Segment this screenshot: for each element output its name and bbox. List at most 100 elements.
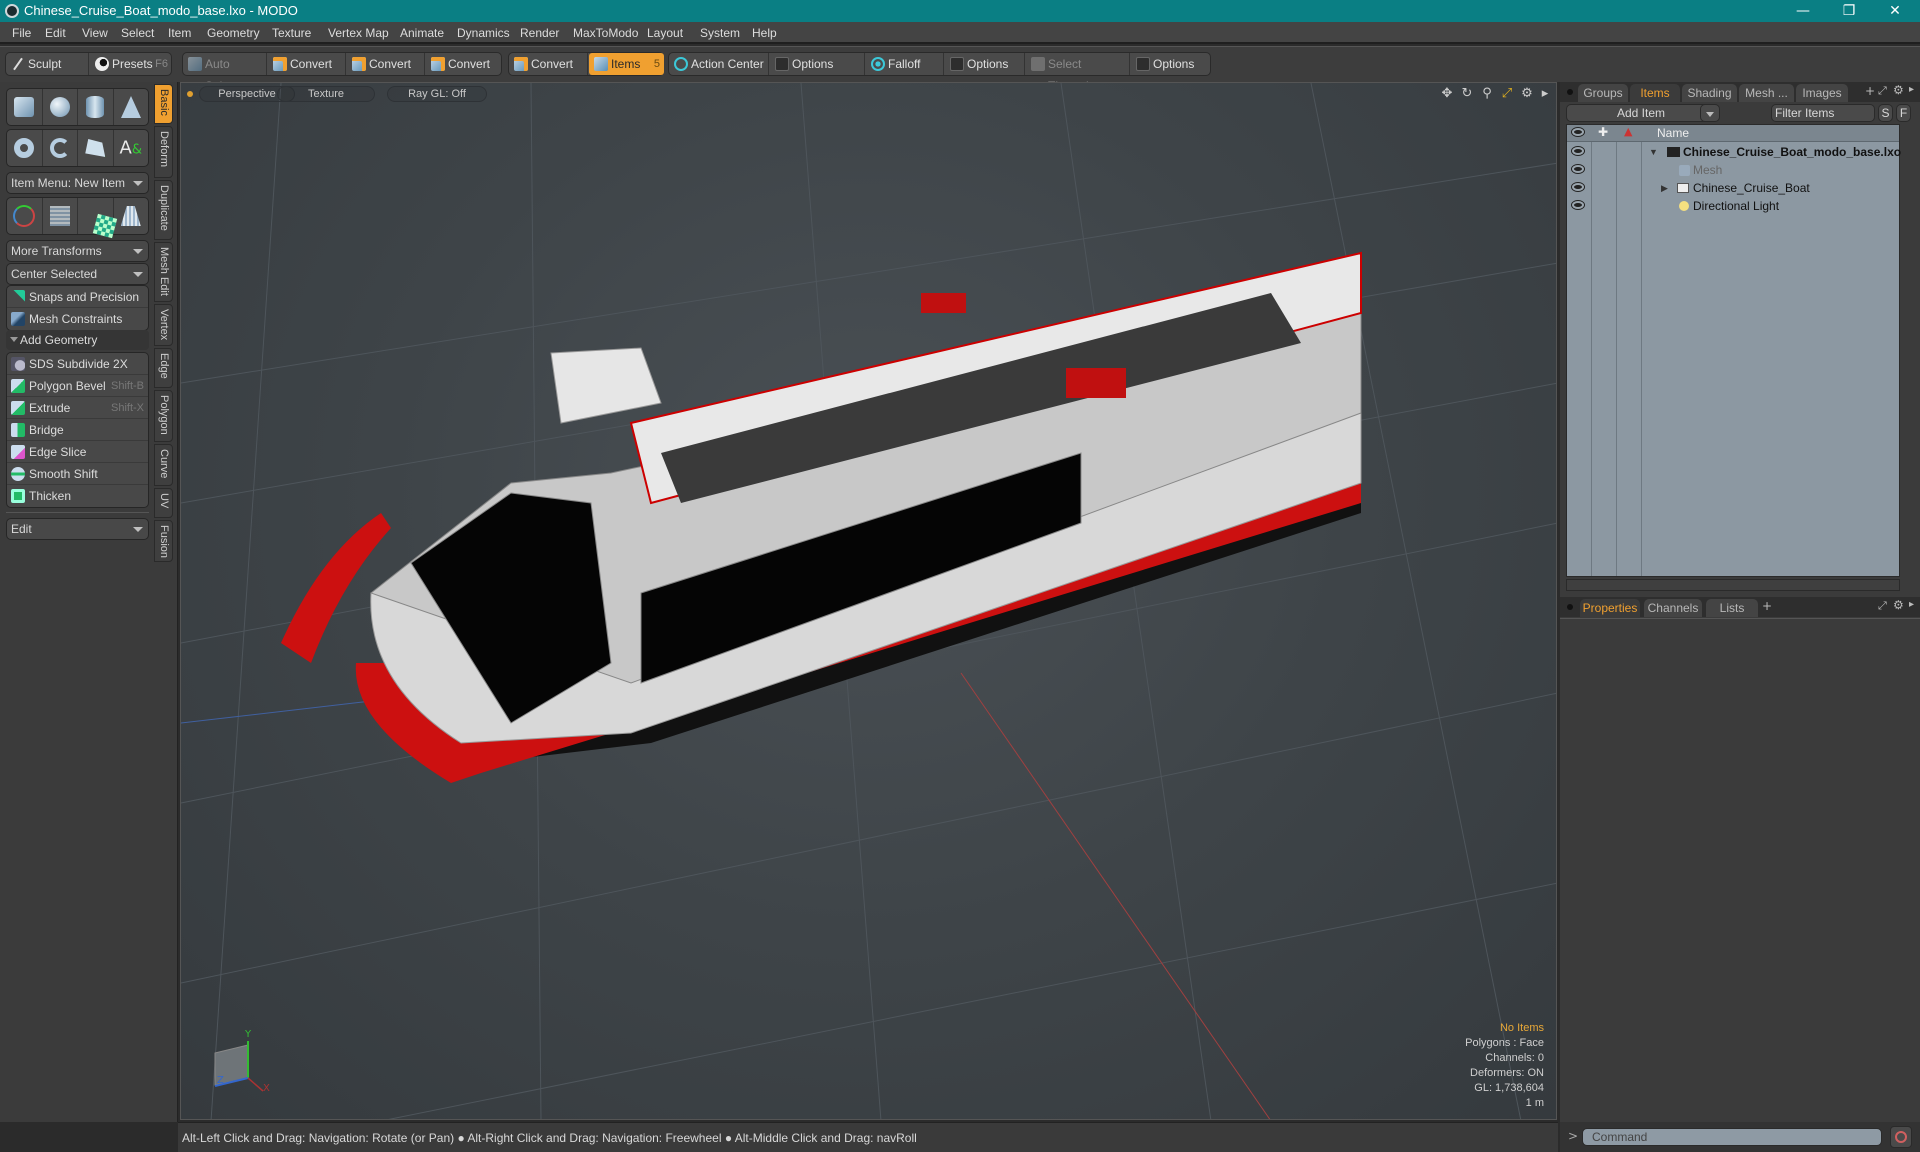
gear-icon[interactable]: ⚙ [1893,598,1904,612]
menu-texture[interactable]: Texture [272,26,311,40]
thicken-button[interactable]: Thicken [7,485,148,507]
tab-mesh-edit[interactable]: Mesh Edit [154,242,173,302]
eye-icon[interactable] [1572,201,1584,209]
extrude-button[interactable]: Extrude Shift-X [7,397,148,419]
list-item[interactable]: ▼ Chinese_Cruise_Boat_modo_base.lxo [1567,143,1901,161]
presets-button[interactable]: Presets F6 [90,53,172,75]
3d-viewport[interactable]: Perspective Texture Ray GL: Off ✥ ↻ ⚲ ⤢ … [180,82,1557,1120]
menu-help[interactable]: Help [752,26,777,40]
items-mode-button[interactable]: Items 5 [589,53,664,75]
menu-maxtomodo[interactable]: MaxToModo [573,26,638,40]
zoom-icon[interactable]: ⚲ [1479,86,1495,102]
menu-view[interactable]: View [82,26,108,40]
pan-icon[interactable]: ✥ [1439,86,1455,102]
tab-shading[interactable]: Shading [1682,84,1737,102]
command-input[interactable]: Command [1582,1128,1882,1146]
sculpt-button[interactable]: Sculpt [6,53,89,75]
edit-dropdown[interactable]: Edit [6,518,149,540]
raygl-button[interactable]: Ray GL: Off [387,86,487,102]
cone-tool[interactable] [114,89,149,125]
element-move-tool[interactable] [43,198,78,234]
minimize-button[interactable]: — [1780,0,1826,22]
expand-arrow-icon[interactable]: ▸ [1909,599,1914,610]
expand-arrow-icon[interactable]: ▸ [1909,84,1914,95]
lock-header-icon[interactable]: ✚ [1598,125,1608,139]
add-item-button[interactable]: Add Item [1566,104,1716,122]
menu-select[interactable]: Select [121,26,154,40]
tab-lists[interactable]: Lists [1706,599,1758,617]
falloff-button[interactable]: Falloff [866,53,944,75]
horizontal-scrollbar[interactable] [1566,579,1900,591]
mesh-constraints-button[interactable]: Mesh Constraints [7,308,148,330]
tab-items[interactable]: Items [1630,84,1680,102]
f-filter-button[interactable]: F [1896,104,1911,122]
add-item-dropdown[interactable] [1700,104,1720,122]
tab-curve[interactable]: Curve [154,444,173,486]
capsule-tool[interactable] [43,130,78,166]
collapse-triangle-icon[interactable]: ▼ [1649,143,1658,161]
rotate-icon[interactable]: ↻ [1459,86,1475,102]
pen-tool[interactable] [78,130,114,166]
add-geometry-header[interactable]: Add Geometry [6,330,149,350]
tab-polygon[interactable]: Polygon [154,390,173,442]
tab-uv[interactable]: UV [154,488,173,518]
edge-slice-button[interactable]: Edge Slice [7,441,148,463]
menu-animate[interactable]: Animate [400,26,444,40]
sds-subdivide-button[interactable]: SDS Subdivide 2X [7,353,148,375]
action-center-options-button[interactable]: Options [770,53,865,75]
list-item[interactable]: ▶ Chinese_Cruise_Boat [1567,179,1899,197]
name-column-header[interactable]: Name [1657,126,1689,140]
add-tab-icon[interactable]: + [1762,599,1772,613]
tab-duplicate[interactable]: Duplicate [154,180,173,240]
shading-mode-button[interactable]: Texture [277,86,375,102]
menu-file[interactable]: File [12,26,31,40]
menu-vertex-map[interactable]: Vertex Map [328,26,389,40]
item-menu-dropdown[interactable]: Item Menu: New Item [6,172,149,194]
eye-icon[interactable] [1572,147,1584,155]
gear-icon[interactable]: ⚙ [1519,86,1535,102]
list-item[interactable]: Mesh [1567,161,1899,179]
menu-item[interactable]: Item [168,26,191,40]
falloff-tool[interactable] [114,198,149,234]
smooth-shift-button[interactable]: Smooth Shift [7,463,148,485]
list-item[interactable]: Directional Light [1567,197,1899,215]
tab-groups[interactable]: Groups [1578,84,1628,102]
tab-properties[interactable]: Properties [1580,599,1640,617]
uv-tool[interactable] [78,198,118,239]
tab-edge[interactable]: Edge [154,348,173,388]
maximize-panel-icon[interactable]: ⤢ [1878,599,1887,613]
auto-select-button[interactable]: Auto Select [183,53,267,93]
menu-layout[interactable]: Layout [647,26,683,40]
close-button[interactable]: ✕ [1872,0,1918,22]
tab-mesh[interactable]: Mesh ... [1739,84,1794,102]
menu-edit[interactable]: Edit [45,26,66,40]
menu-render[interactable]: Render [520,26,559,40]
cylinder-tool[interactable] [78,89,114,125]
maximize-panel-icon[interactable]: ⤢ [1878,84,1887,98]
expand-arrow-icon[interactable]: ▸ [1537,86,1553,102]
menu-dynamics[interactable]: Dynamics [457,26,510,40]
convert-items-button[interactable]: Convert [509,53,588,75]
tab-channels[interactable]: Channels [1644,599,1702,617]
snaps-precision-button[interactable]: Snaps and Precision [7,286,148,308]
bridge-button[interactable]: Bridge [7,419,148,441]
tab-vertex[interactable]: Vertex [154,304,173,346]
more-transforms-dropdown[interactable]: More Transforms [6,240,149,262]
tab-fusion[interactable]: Fusion [154,520,173,562]
cube-tool[interactable] [7,89,43,125]
tab-deform[interactable]: Deform [154,126,173,178]
eye-icon[interactable] [1572,128,1584,136]
expand-triangle-icon[interactable]: ▶ [1661,179,1668,197]
menu-geometry[interactable]: Geometry [207,26,260,40]
select-through-button[interactable]: Select Through [1026,53,1130,93]
maximize-button[interactable]: ❐ [1826,0,1872,22]
transform-tool[interactable] [7,198,43,234]
tab-images[interactable]: Images [1796,84,1848,102]
record-button[interactable] [1890,1126,1912,1148]
polygon-bevel-button[interactable]: Polygon Bevel Shift-B [7,375,148,397]
tab-basic[interactable]: Basic [154,84,173,124]
axis-header-icon[interactable]: ▲ [1624,125,1632,138]
convert-vertices-button[interactable]: Convert [268,53,346,75]
torus-tool[interactable] [7,130,43,166]
eye-icon[interactable] [1572,183,1584,191]
